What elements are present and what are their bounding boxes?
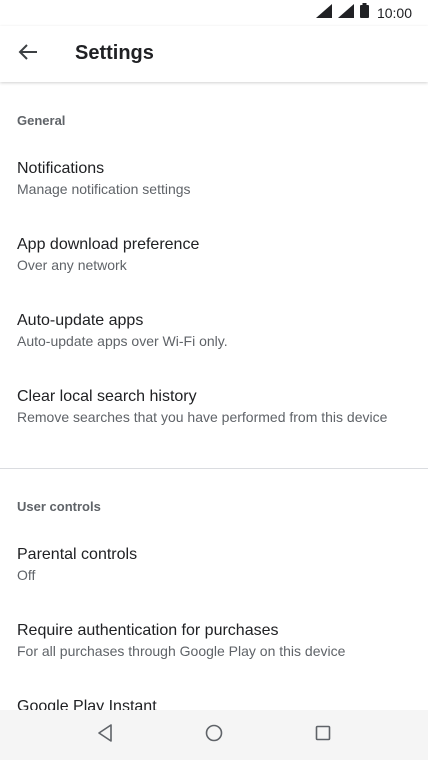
setting-title: Clear local search history [17,388,197,405]
page-title: Settings [75,42,154,64]
setting-subtitle: Over any network [17,257,127,273]
setting-clear-local-search-history[interactable]: Clear local search history Remove search… [0,387,428,463]
nav-recents-button[interactable] [299,715,347,755]
settings-list[interactable]: General Notifications Manage notificatio… [0,83,428,710]
settings-screen: 10:00 Settings General Notifications Man… [0,0,428,760]
setting-google-play-instant[interactable]: Google Play Instant [0,697,428,710]
setting-title: Google Play Instant [17,698,157,710]
setting-app-download-preference[interactable]: App download preference Over any network [0,235,428,311]
setting-title: Auto-update apps [17,312,144,329]
section-header-user-controls: User controls [17,499,101,514]
setting-require-authentication[interactable]: Require authentication for purchases For… [0,621,428,697]
recents-square-icon [315,725,331,746]
setting-notifications[interactable]: Notifications Manage notification settin… [0,159,428,235]
setting-auto-update-apps[interactable]: Auto-update apps Auto-update apps over W… [0,311,428,387]
section-header-general: General [17,113,66,128]
setting-subtitle: Remove searches that you have performed … [17,409,388,425]
setting-title: Notifications [17,160,105,177]
nav-back-button[interactable] [81,715,129,755]
setting-subtitle: Manage notification settings [17,181,191,197]
status-icons: 10:00 [315,3,412,23]
back-triangle-icon [97,723,113,747]
battery-icon [359,3,369,23]
setting-title: Require authentication for purchases [17,622,279,639]
app-bar: Settings [0,26,428,82]
nav-home-button[interactable] [190,715,238,755]
setting-subtitle: For all purchases through Google Play on… [17,643,346,659]
system-nav-bar [0,710,428,760]
setting-parental-controls[interactable]: Parental controls Off [0,545,428,621]
signal-icon [337,3,354,23]
back-button[interactable] [12,38,44,70]
status-time: 10:00 [376,5,412,21]
wifi-icon [315,3,332,23]
setting-title: Parental controls [17,546,138,563]
status-bar: 10:00 [0,0,428,26]
arrow-back-icon [18,43,38,65]
setting-title: App download preference [17,236,200,253]
setting-subtitle: Off [17,567,36,583]
setting-subtitle: Auto-update apps over Wi-Fi only. [17,333,228,349]
home-circle-icon [205,724,223,747]
